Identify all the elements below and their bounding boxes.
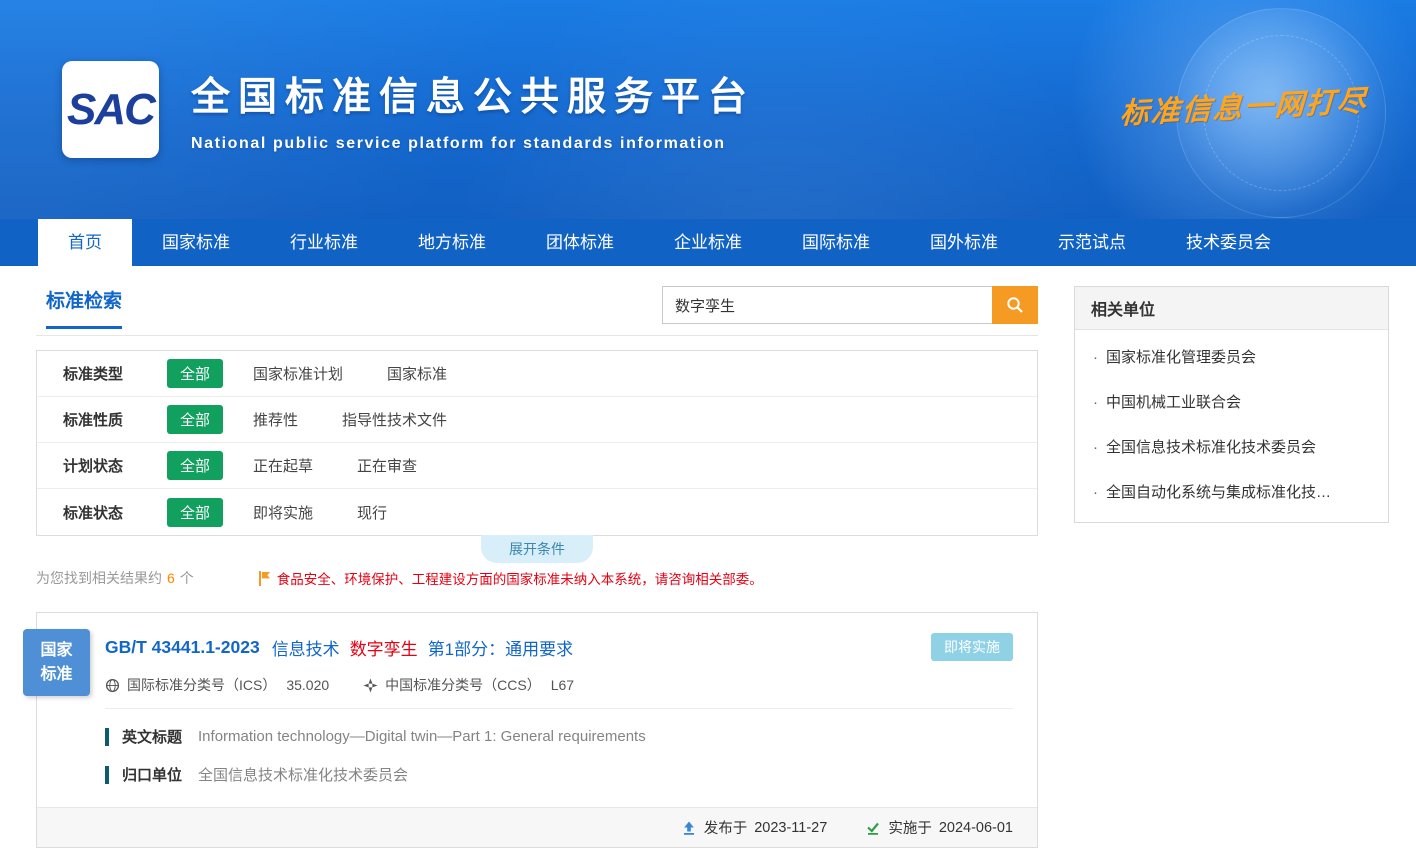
standard-title-segment[interactable]: 信息技术 (272, 635, 340, 660)
standard-title-highlight[interactable]: 数字孪生 (350, 635, 418, 660)
summary-suffix: 个 (180, 570, 194, 586)
site-title: 全国标准信息公共服务平台 (191, 66, 755, 122)
sidebar-item-it-standards-committee[interactable]: 全国信息技术标准化技术委员会 (1075, 424, 1388, 469)
search-row: 标准检索 (36, 286, 1038, 336)
results-count: 6 (162, 570, 180, 586)
filter-option[interactable]: 推荐性 (253, 409, 298, 430)
filter-row-plan-status: 计划状态 全部 正在起草 正在审查 (37, 443, 1037, 489)
publish-icon (681, 820, 697, 836)
department-label: 归口单位 (122, 764, 182, 785)
standard-title-segment[interactable]: 第1部分：通用要求 (428, 635, 573, 660)
filter-option[interactable]: 国家标准计划 (253, 363, 343, 384)
english-title-label: 英文标题 (122, 726, 182, 747)
filter-option[interactable]: 现行 (357, 502, 387, 523)
nav-item-national-standards[interactable]: 国家标准 (132, 219, 260, 266)
implement-date: 2024-06-01 (939, 820, 1013, 836)
ics-value: 35.020 (286, 677, 329, 693)
related-units-list: 国家标准化管理委员会 中国机械工业联合会 全国信息技术标准化技术委员会 全国自动… (1075, 330, 1388, 522)
filter-label: 标准性质 (63, 409, 167, 430)
filter-option[interactable]: 指导性技术文件 (342, 409, 447, 430)
ccs-value: L67 (551, 677, 574, 693)
ccs-label: 中国标准分类号（CCS） (385, 675, 541, 695)
search-box (662, 286, 1038, 324)
nav-item-group-standards[interactable]: 团体标准 (516, 219, 644, 266)
search-button[interactable] (992, 286, 1038, 324)
filter-label: 标准状态 (63, 502, 167, 523)
publish-date: 2023-11-27 (754, 820, 827, 836)
standard-type-badge: 国家 标准 (23, 629, 90, 696)
nav-item-pilot[interactable]: 示范试点 (1028, 219, 1156, 266)
filter-panel: 标准类型 全部 国家标准计划 国家标准 标准性质 全部 推荐性 指导性技术文件 … (36, 350, 1038, 536)
results-summary: 为您找到相关结果约6个 (36, 568, 194, 588)
implement-date-item: 实施于 2024-06-01 (865, 817, 1013, 838)
search-input[interactable] (662, 286, 992, 324)
expand-conditions-button[interactable]: 展开条件 (481, 535, 593, 563)
site-header: SAC 全国标准信息公共服务平台 National public service… (0, 0, 1416, 219)
english-title-value: Information technology—Digital twin—Part… (198, 728, 646, 745)
filter-row-standard-type: 标准类型 全部 国家标准计划 国家标准 (37, 351, 1037, 397)
filter-all-button[interactable]: 全部 (167, 498, 223, 527)
implement-label: 实施于 (888, 817, 932, 838)
type-badge-line1: 国家 (40, 639, 72, 663)
filter-option[interactable]: 正在审查 (357, 455, 417, 476)
filter-row-standard-nature: 标准性质 全部 推荐性 指导性技术文件 (37, 397, 1037, 443)
flag-icon (258, 571, 271, 586)
publish-date-item: 发布于 2023-11-27 (681, 817, 828, 838)
accent-bar (105, 766, 109, 784)
nav-item-technical-committee[interactable]: 技术委员会 (1156, 219, 1301, 266)
department-value: 全国信息技术标准化技术委员会 (198, 764, 408, 785)
filter-row-standard-status: 标准状态 全部 即将实施 现行 (37, 489, 1037, 535)
standard-title-row: GB/T 43441.1-2023 信息技术 数字孪生 第1部分：通用要求 即将… (105, 613, 1013, 661)
department-row: 归口单位 全国信息技术标准化技术委员会 (105, 764, 1013, 785)
summary-prefix: 为您找到相关结果约 (36, 570, 162, 586)
filter-all-button[interactable]: 全部 (167, 359, 223, 388)
results-summary-row: 为您找到相关结果约6个 食品安全、环境保护、工程建设方面的国家标准未纳入本系统，… (36, 568, 1038, 588)
globe-icon (105, 678, 120, 693)
filter-label: 计划状态 (63, 455, 167, 476)
header-globe-art: 标准信息一网打尽 (1056, 0, 1416, 219)
classification-row: 国际标准分类号（ICS） 35.020 中国标准分类号（CCS） L67 (105, 675, 1013, 709)
publish-label: 发布于 (704, 817, 748, 838)
sac-logo: SAC (62, 61, 159, 158)
sidebar-item-automation-committee[interactable]: 全国自动化系统与集成标准化技… (1075, 469, 1388, 514)
english-title-row: 英文标题 Information technology—Digital twin… (105, 726, 1013, 747)
nav-item-home[interactable]: 首页 (38, 219, 132, 266)
type-badge-line2: 标准 (40, 663, 72, 687)
card-footer: 发布于 2023-11-27 实施于 2024-06-01 (37, 807, 1037, 847)
nav-item-international-standards[interactable]: 国际标准 (772, 219, 900, 266)
nav-item-industry-standards[interactable]: 行业标准 (260, 219, 388, 266)
main-nav: 首页 国家标准 行业标准 地方标准 团体标准 企业标准 国际标准 国外标准 示范… (0, 219, 1416, 266)
implement-icon (865, 820, 881, 836)
exclusion-notice: 食品安全、环境保护、工程建设方面的国家标准未纳入本系统，请咨询相关部委。 (258, 568, 763, 588)
related-units-panel: 相关单位 国家标准化管理委员会 中国机械工业联合会 全国信息技术标准化技术委员会… (1074, 286, 1389, 523)
accent-bar (105, 728, 109, 746)
exclusion-notice-text: 食品安全、环境保护、工程建设方面的国家标准未纳入本系统，请咨询相关部委。 (277, 568, 763, 588)
standard-result-card: 国家 标准 GB/T 43441.1-2023 信息技术 数字孪生 第1部分：通… (36, 612, 1038, 848)
nav-item-foreign-standards[interactable]: 国外标准 (900, 219, 1028, 266)
tab-standard-search[interactable]: 标准检索 (46, 286, 122, 329)
compass-icon (363, 678, 378, 693)
filter-all-button[interactable]: 全部 (167, 451, 223, 480)
nav-item-local-standards[interactable]: 地方标准 (388, 219, 516, 266)
status-badge: 即将实施 (931, 633, 1013, 661)
ics-label: 国际标准分类号（ICS） (127, 675, 276, 695)
filter-option[interactable]: 即将实施 (253, 502, 313, 523)
related-units-title: 相关单位 (1075, 287, 1388, 330)
filter-option[interactable]: 国家标准 (387, 363, 447, 384)
site-subtitle: National public service platform for sta… (191, 135, 755, 153)
filter-label: 标准类型 (63, 363, 167, 384)
standard-code-link[interactable]: GB/T 43441.1-2023 (105, 637, 260, 658)
nav-item-enterprise-standards[interactable]: 企业标准 (644, 219, 772, 266)
sidebar-item-sac[interactable]: 国家标准化管理委员会 (1075, 334, 1388, 379)
filter-all-button[interactable]: 全部 (167, 405, 223, 434)
sac-logo-text: SAC (67, 85, 154, 135)
search-icon (1006, 296, 1024, 314)
sidebar-item-machinery-federation[interactable]: 中国机械工业联合会 (1075, 379, 1388, 424)
filter-option[interactable]: 正在起草 (253, 455, 313, 476)
